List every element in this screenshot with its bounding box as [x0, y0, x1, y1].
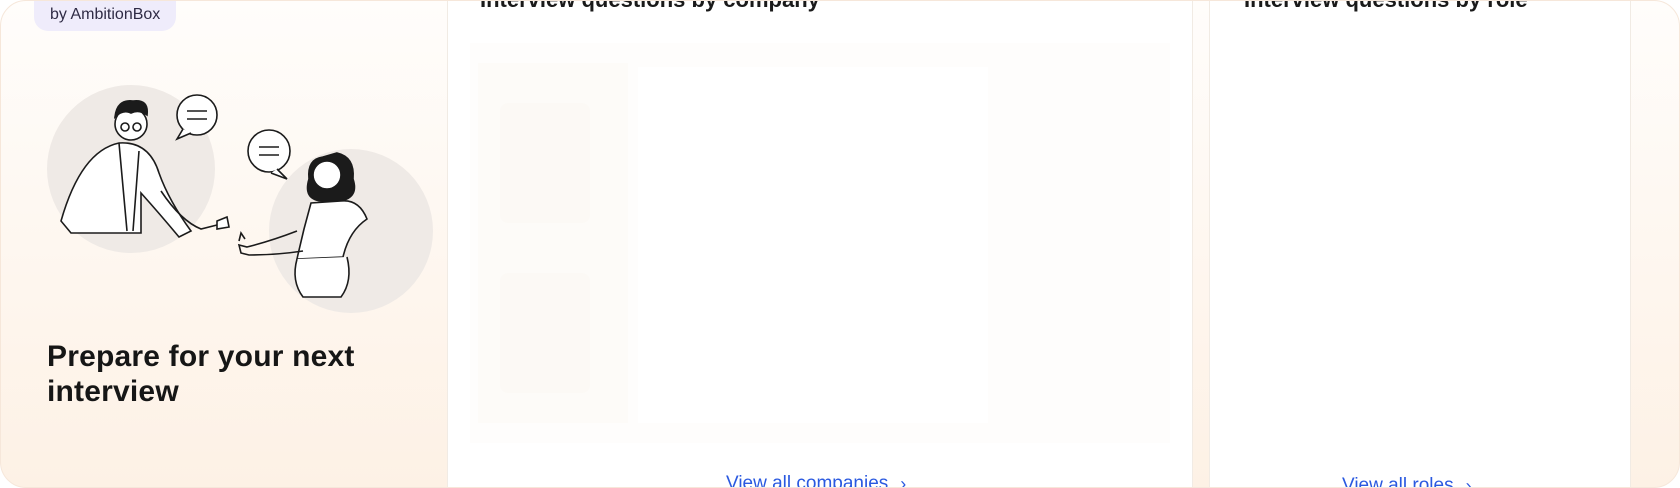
- badge-label: by AmbitionBox: [50, 6, 161, 23]
- interview-illustration: [47, 85, 433, 313]
- view-all-companies-label: View all companies: [726, 473, 889, 488]
- speech-bubble-left: [175, 94, 218, 141]
- ambitionbox-badge: by AmbitionBox: [34, 1, 177, 31]
- company-panel-title: Interview questions by company: [480, 1, 820, 13]
- view-all-roles-label: View all roles: [1342, 475, 1454, 488]
- loading-tile: [500, 273, 590, 393]
- loading-card: [638, 67, 988, 423]
- view-all-companies-link[interactable]: View all companies ›: [726, 473, 907, 488]
- loading-tile: [500, 103, 590, 223]
- hero-title: Prepare for your next interview: [47, 340, 355, 408]
- view-all-roles-link[interactable]: View all roles ›: [1342, 475, 1472, 488]
- company-list-placeholder: [470, 43, 1170, 443]
- role-questions-panel: Interview questions by role View all rol…: [1209, 1, 1631, 488]
- chevron-right-icon: ›: [1465, 475, 1472, 488]
- interview-prep-section: by AmbitionBox Prepare for your next int…: [0, 0, 1680, 488]
- company-questions-panel: Interview questions by company View all …: [447, 1, 1193, 488]
- speech-bubble-right: [247, 129, 291, 180]
- chevron-right-icon: ›: [900, 473, 907, 488]
- role-panel-title: Interview questions by role: [1244, 1, 1528, 13]
